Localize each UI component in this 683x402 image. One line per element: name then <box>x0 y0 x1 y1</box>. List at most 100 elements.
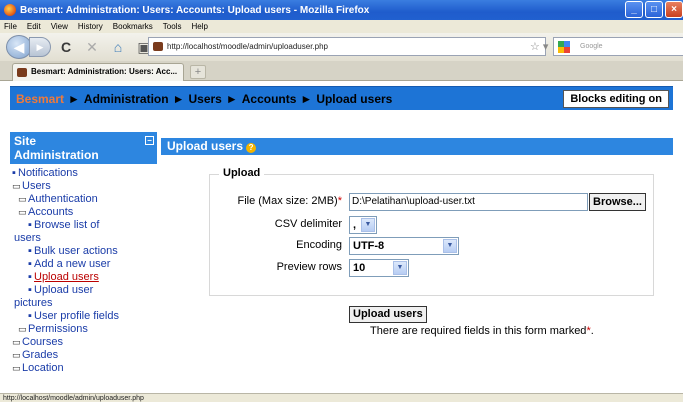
chevron-down-icon: ▼ <box>361 218 375 232</box>
tab-favicon-icon <box>17 68 27 77</box>
file-label: File (Max size: 2MB)* <box>237 195 342 207</box>
tab-label: Besmart: Administration: Users: Acc... <box>31 67 178 76</box>
file-path-input[interactable]: D:\Pelatihan\upload-user.txt <box>349 193 588 211</box>
sidebar-item-accounts[interactable]: ▭Accounts <box>10 206 157 219</box>
sidebar-item-label: users <box>14 232 41 244</box>
sidebar-item-browse-users-cont[interactable]: users <box>10 232 157 245</box>
sidebar-item-grades[interactable]: ▭Grades <box>10 349 157 362</box>
encoding-select[interactable]: UTF-8 ▼ <box>349 237 459 255</box>
required-fields-note: There are required fields in this form m… <box>370 325 594 337</box>
encoding-label: Encoding <box>296 239 342 251</box>
breadcrumb-users[interactable]: Users <box>188 92 221 106</box>
tab-bar: Besmart: Administration: Users: Acc... + <box>0 61 683 81</box>
upload-users-button[interactable]: Upload users <box>349 306 427 323</box>
address-url: http://localhost/moodle/admin/uploaduser… <box>167 42 328 51</box>
folder-open-icon: ▭ <box>18 207 27 217</box>
new-tab-button[interactable]: + <box>190 65 206 79</box>
sidebar-item-user-profile-fields[interactable]: ▪ User profile fields <box>10 310 157 323</box>
breadcrumb-upload-users: Upload users <box>316 91 393 106</box>
firefox-logo-icon <box>4 4 16 16</box>
menu-bookmarks[interactable]: Bookmarks <box>113 22 153 31</box>
folder-icon: ▭ <box>18 324 27 334</box>
help-icon[interactable]: ? <box>246 143 257 153</box>
minimize-button[interactable]: _ <box>625 1 643 18</box>
chevron-down-icon: ▼ <box>393 261 407 275</box>
breadcrumb-separator: ► <box>172 91 185 106</box>
sidebar-item-location[interactable]: ▭Location <box>10 362 157 375</box>
sidebar-item-bulk-user-actions[interactable]: ▪ Bulk user actions <box>10 245 157 258</box>
breadcrumb-accounts[interactable]: Accounts <box>242 92 297 106</box>
sidebar-item-permissions[interactable]: ▭Permissions <box>10 323 157 336</box>
page-title: Upload users? <box>161 138 673 155</box>
breadcrumb-administration[interactable]: Administration <box>84 92 169 106</box>
sidebar-item-label: Users <box>22 180 51 192</box>
sidebar-item-users[interactable]: ▭Users <box>10 180 157 193</box>
maximize-button[interactable]: □ <box>645 1 663 18</box>
window-title: Besmart: Administration: Users: Accounts… <box>20 4 370 16</box>
window-controls: _ □ × <box>625 1 683 18</box>
menu-history[interactable]: History <box>78 22 103 31</box>
sidebar-item-upload-pictures-cont[interactable]: pictures <box>10 297 157 310</box>
blocks-editing-button[interactable]: Blocks editing on <box>563 90 669 108</box>
breadcrumb: Besmart ► Administration ► Users ► Accou… <box>10 86 673 110</box>
tab-upload-users[interactable]: Besmart: Administration: Users: Acc... <box>12 63 184 81</box>
csv-delimiter-value: , <box>353 219 357 231</box>
menu-help[interactable]: Help <box>191 22 207 31</box>
sidebar-item-browse-users[interactable]: ▪ Browse list of <box>10 219 157 232</box>
menu-bar: File Edit View History Bookmarks Tools H… <box>0 20 683 33</box>
csv-delimiter-label: CSV delimiter <box>274 218 342 230</box>
sidebar-item-notifications[interactable]: ▪ Notifications <box>10 167 157 180</box>
breadcrumb-separator: ► <box>225 91 238 106</box>
sidebar-item-courses[interactable]: ▭Courses <box>10 336 157 349</box>
close-button[interactable]: × <box>665 1 683 18</box>
sidebar-item-label: Upload users <box>34 271 99 283</box>
sidebar-item-upload-users[interactable]: ▪ Upload users <box>10 271 157 284</box>
chevron-down-icon: ▼ <box>443 239 457 253</box>
home-icon[interactable]: ⌂ <box>107 39 129 55</box>
sidebar-item-add-new-user[interactable]: ▪ Add a new user <box>10 258 157 271</box>
required-mark: * <box>337 195 342 207</box>
block-title-line1: Site <box>14 134 37 148</box>
site-administration-block: Site Administration − ▪ Notifications ▭Us… <box>10 132 157 375</box>
menu-file[interactable]: File <box>4 22 17 31</box>
folder-icon: ▭ <box>18 194 27 204</box>
folder-icon: ▭ <box>12 337 21 347</box>
preview-rows-select[interactable]: 10 ▼ <box>349 259 409 277</box>
sidebar-item-label: Location <box>22 362 64 374</box>
status-bar: http://localhost/moodle/admin/uploaduser… <box>0 393 683 402</box>
fieldset-legend: Upload <box>219 167 265 179</box>
main-content: Upload users? <box>161 138 673 155</box>
preview-rows-value: 10 <box>353 262 366 274</box>
reload-icon[interactable]: C <box>55 39 77 55</box>
sidebar-item-upload-pictures[interactable]: ▪ Upload user <box>10 284 157 297</box>
csv-delimiter-select[interactable]: , ▼ <box>349 216 377 234</box>
sidebar-item-label: Grades <box>22 349 59 361</box>
folder-icon: ▭ <box>12 363 21 373</box>
address-bar[interactable]: http://localhost/moodle/admin/uploaduser… <box>148 37 546 56</box>
sidebar-item-label: Accounts <box>28 206 74 218</box>
sidebar-item-label: Notifications <box>18 167 78 179</box>
folder-icon: ▭ <box>12 350 21 360</box>
forward-dropdown-button[interactable]: ▶ <box>29 37 51 57</box>
admin-tree: ▪ Notifications ▭Users ▭Authentication ▭A… <box>10 164 157 375</box>
hide-block-icon[interactable]: − <box>145 136 154 145</box>
menu-edit[interactable]: Edit <box>27 22 41 31</box>
sidebar-item-label: Add a new user <box>34 258 111 270</box>
menu-tools[interactable]: Tools <box>163 22 182 31</box>
window-titlebar: Besmart: Administration: Users: Accounts… <box>0 0 683 20</box>
google-icon <box>558 41 570 53</box>
stop-icon[interactable]: ✕ <box>81 39 103 56</box>
folder-open-icon: ▭ <box>12 181 21 191</box>
sidebar-item-authentication[interactable]: ▭Authentication <box>10 193 157 206</box>
menu-view[interactable]: View <box>51 22 68 31</box>
breadcrumb-site-link[interactable]: Besmart <box>16 92 64 106</box>
sidebar-item-label: Bulk user actions <box>34 245 118 257</box>
site-administration-header: Site Administration − <box>10 132 157 164</box>
browse-button[interactable]: Browse... <box>589 193 646 211</box>
navigation-toolbar: ◀ ▶ C ✕ ⌂ ▣ http://localhost/moodle/admi… <box>0 33 683 61</box>
site-favicon-icon <box>153 42 163 51</box>
search-placeholder: Google <box>580 43 603 50</box>
bookmark-star-icon[interactable]: ☆ ▾ <box>530 40 548 53</box>
sidebar-item-label: Courses <box>22 336 63 348</box>
search-input[interactable]: Google <box>553 37 683 56</box>
